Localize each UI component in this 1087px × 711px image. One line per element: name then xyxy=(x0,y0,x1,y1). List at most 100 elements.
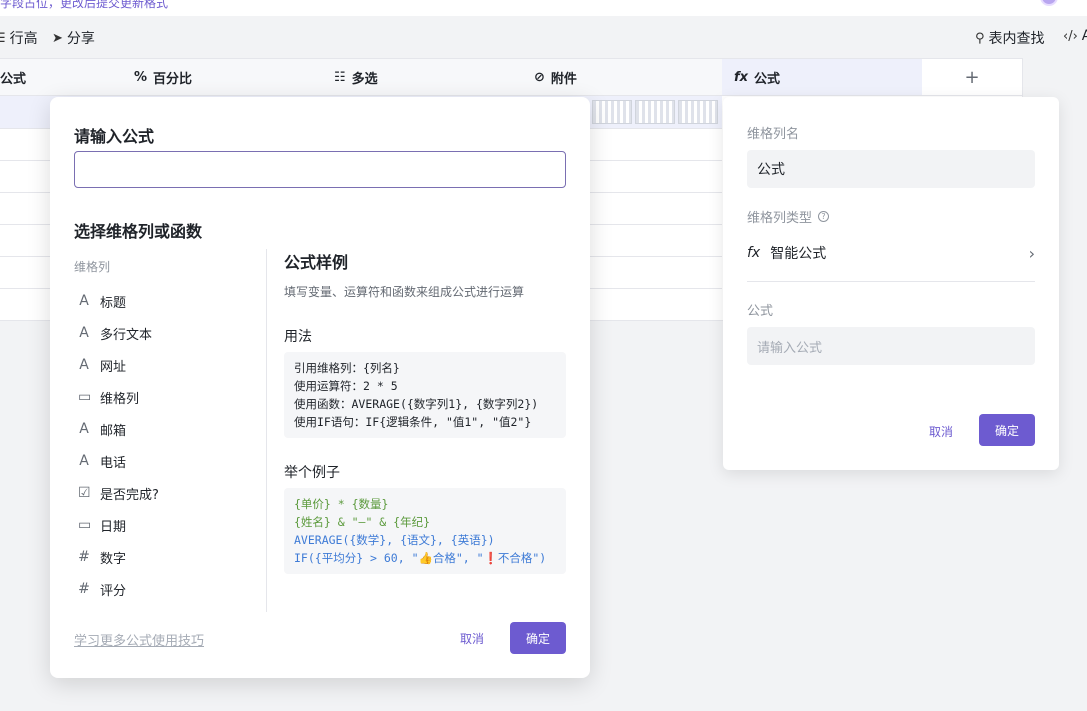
panel-divider xyxy=(266,249,267,612)
dialog-title: 请输入公式 xyxy=(74,127,155,146)
toolbar: ☰ 行高 ➤ 分享 ⚲ 表内查找 ‹/› A xyxy=(0,16,1087,58)
usage-heading: 用法 xyxy=(284,329,312,345)
column-header-formula-active[interactable]: fx 公式 xyxy=(722,58,923,96)
field-item-title[interactable]: A 标题 xyxy=(74,285,266,317)
confirm-button[interactable]: 确定 xyxy=(510,622,566,654)
code-line: IF({平均分} > 60, "👍合格", "❗不合格") xyxy=(294,551,547,565)
add-column-button[interactable]: + xyxy=(922,58,1023,96)
code-line: 使用运算符：2 * 5 xyxy=(294,379,398,393)
fx-icon: fx xyxy=(734,69,749,85)
column-header-multiselect[interactable]: ☷ 多选 xyxy=(322,58,523,96)
column-type-label-text: 维格列类型 xyxy=(747,211,813,226)
attachment-thumbnail[interactable] xyxy=(592,100,632,124)
avatar[interactable] xyxy=(1040,0,1058,6)
example-description: 填写变量、运算符和函数来组成公式进行运算 xyxy=(284,285,525,299)
attachment-thumbnail[interactable] xyxy=(635,100,675,124)
column-name-label-text: 维格列名 xyxy=(747,127,800,142)
sample-code-block: {单价} * {数量} {姓名} & "—" & {年纪} AVERAGE({数学}… xyxy=(284,488,566,574)
field-item-number[interactable]: # 数字 xyxy=(74,541,266,573)
formula-input[interactable] xyxy=(74,151,566,188)
calendar-icon: ▭ xyxy=(78,389,92,405)
sample-heading: 举个例子 xyxy=(284,465,340,481)
row-height-button[interactable]: ☰ 行高 xyxy=(0,28,38,48)
multiselect-icon: ☷ xyxy=(334,69,346,85)
column-type-value: 智能公式 xyxy=(770,246,827,262)
field-item-url[interactable]: A 网址 xyxy=(74,349,266,381)
text-icon: A xyxy=(79,421,89,437)
column-header-formula-1[interactable]: 公式 xyxy=(0,58,123,96)
field-group-label: 维格列 xyxy=(74,260,111,274)
field-item-date[interactable]: ▭ 日期 xyxy=(74,509,266,541)
code-line: 使用IF语句：IF{逻辑条件, "值1", "值2"} xyxy=(294,415,532,429)
field-label: 标题 xyxy=(100,295,127,311)
column-label: 公式 xyxy=(0,71,27,87)
column-type-label: 维格列类型 ? xyxy=(747,207,830,226)
checkbox-icon: ☑ xyxy=(78,485,91,501)
text-icon: A xyxy=(79,325,89,341)
example-title: 公式样例 xyxy=(284,253,349,272)
attachment-thumbnail[interactable] xyxy=(678,100,718,124)
column-config-panel: 维格列名 公式 维格列类型 ? fx 智能公式 › 公式 请输入公式 取消 确定 xyxy=(723,97,1059,470)
field-item-rating[interactable]: # 评分 xyxy=(74,573,266,605)
plus-icon: + xyxy=(964,66,980,88)
formula-field[interactable]: 请输入公式 xyxy=(747,327,1035,365)
top-hint-text: 字段占位，更改后提交更新格式 xyxy=(0,0,169,10)
divider xyxy=(747,281,1035,282)
field-label: 电话 xyxy=(100,455,127,471)
column-name-input[interactable]: 公式 xyxy=(747,150,1035,188)
cancel-button[interactable]: 取消 xyxy=(460,630,484,647)
text-icon: A xyxy=(79,357,89,373)
learn-more-link[interactable]: 学习更多公式使用技巧 xyxy=(74,630,204,649)
formula-example-panel: 公式样例 填写变量、运算符和函数来组成公式进行运算 用法 引用维格列：{列名} 使… xyxy=(284,247,566,574)
send-icon: ➤ xyxy=(52,30,63,46)
hash-icon: # xyxy=(78,549,90,565)
field-label: 维格列 xyxy=(100,391,140,407)
column-header-percent[interactable]: % 百分比 xyxy=(122,58,323,96)
find-label: 表内查找 xyxy=(988,31,1045,47)
api-label: A xyxy=(1081,28,1087,44)
api-button[interactable]: ‹/› A xyxy=(1063,28,1087,44)
chevron-right-icon: › xyxy=(1028,243,1035,263)
percent-icon: % xyxy=(134,69,148,85)
field-label: 邮箱 xyxy=(100,423,127,439)
code-line: AVERAGE({数学}, {语文}, {英语}) xyxy=(294,533,495,547)
text-icon: A xyxy=(79,293,89,309)
row-height-label: 行高 xyxy=(9,31,38,47)
fx-icon: fx xyxy=(747,245,761,261)
field-label: 日期 xyxy=(100,519,127,535)
calendar-icon: ▭ xyxy=(78,517,92,533)
help-icon[interactable]: ? xyxy=(818,211,830,222)
field-list-panel[interactable]: 维格列 A 标题 A 多行文本 A 网址 ▭ 维格列 A 邮箱 A 电话 ☑ 是… xyxy=(74,249,266,612)
field-item-multiline-text[interactable]: A 多行文本 xyxy=(74,317,266,349)
field-item-done[interactable]: ☑ 是否完成? xyxy=(74,477,266,509)
hash-icon: # xyxy=(78,581,90,597)
select-field-or-function-heading: 选择维格列或函数 xyxy=(74,222,203,241)
search-icon: ⚲ xyxy=(975,30,985,46)
field-item-email[interactable]: A 邮箱 xyxy=(74,413,266,445)
share-button[interactable]: ➤ 分享 xyxy=(52,28,95,48)
field-item-column[interactable]: ▭ 维格列 xyxy=(74,381,266,413)
column-label: 附件 xyxy=(550,71,577,87)
formula-label-text: 公式 xyxy=(747,304,774,319)
formula-label: 公式 xyxy=(747,300,773,319)
column-label: 百分比 xyxy=(153,71,193,87)
field-label: 评分 xyxy=(100,583,127,599)
formula-editor-dialog: 请输入公式 选择维格列或函数 维格列 A 标题 A 多行文本 A 网址 ▭ 维格… xyxy=(50,97,590,678)
confirm-button[interactable]: 确定 xyxy=(979,414,1035,446)
code-line: 引用维格列：{列名} xyxy=(294,361,400,375)
code-line: {姓名} & "—" & {年纪} xyxy=(294,515,431,529)
text-icon: A xyxy=(79,453,89,469)
column-name-label: 维格列名 xyxy=(747,123,799,142)
top-bar: 字段占位，更改后提交更新格式 xyxy=(0,0,1087,16)
field-label: 网址 xyxy=(100,359,127,375)
code-icon: ‹/› xyxy=(1063,28,1078,44)
attachment-thumbnails[interactable] xyxy=(592,100,720,124)
share-label: 分享 xyxy=(66,31,95,47)
field-item-phone[interactable]: A 电话 xyxy=(74,445,266,477)
column-header-attachment[interactable]: ⊘ 附件 xyxy=(522,58,723,96)
row-height-icon: ☰ xyxy=(0,31,6,46)
find-button[interactable]: ⚲ 表内查找 xyxy=(975,28,1045,48)
cancel-button[interactable]: 取消 xyxy=(929,423,953,440)
usage-code-block: 引用维格列：{列名} 使用运算符：2 * 5 使用函数：AVERAGE({数字列1}… xyxy=(284,352,566,438)
column-type-select[interactable]: fx 智能公式 › xyxy=(747,242,1035,264)
